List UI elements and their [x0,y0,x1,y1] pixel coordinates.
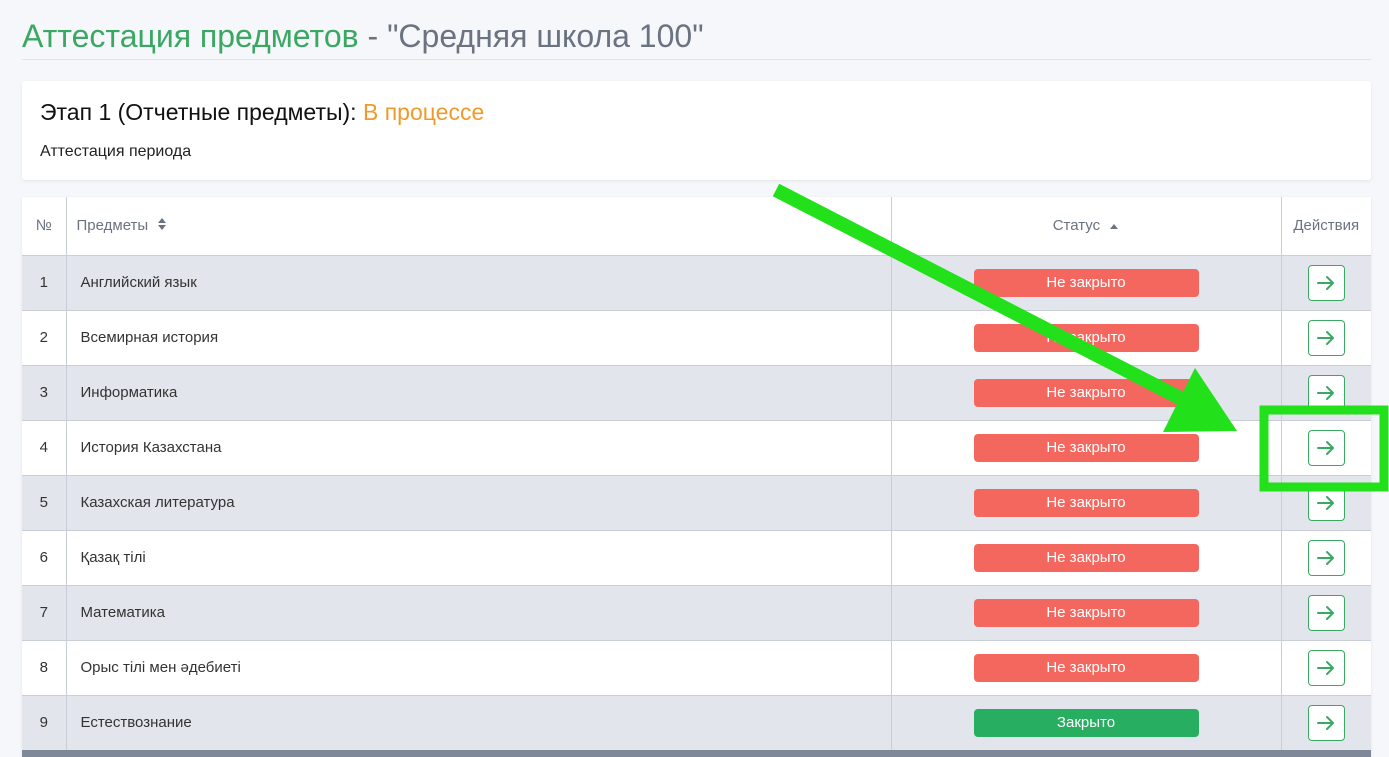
arrow-right-icon [1317,275,1335,290]
status-badge: Не закрыто [973,488,1199,517]
arrow-right-icon [1317,495,1335,510]
open-subject-button[interactable] [1307,264,1345,301]
page-title: Аттестация предметов [22,18,359,54]
stage-label: Этап 1 (Отчетные предметы): [40,99,363,125]
table-header-row: № Предметы Статус Действия [22,197,1371,256]
arrow-right-icon [1317,440,1335,455]
row-number: 7 [22,585,67,640]
subject-name: История Казахстана [66,420,892,475]
status-cell: Не закрыто [891,530,1282,585]
column-header-number: № [22,197,67,256]
table-row: 3 Информатика Не закрыто [22,365,1371,420]
table-row: 6 Қазақ тілі Не закрыто [22,530,1371,585]
subject-name: Английский язык [66,255,892,310]
actions-cell [1281,365,1371,420]
actions-cell [1281,420,1371,475]
table-row: 8 Орыс тілі мен әдебиеті Не закрыто [22,640,1371,695]
page-header: Аттестация предметов - "Средняя школа 10… [22,16,1371,60]
row-number: 3 [22,365,67,420]
actions-cell [1281,255,1371,310]
subject-name: Всемирная история [66,310,892,365]
status-badge: Закрыто [973,708,1199,737]
status-cell: Не закрыто [891,255,1282,310]
open-subject-button[interactable] [1307,484,1345,521]
status-cell: Не закрыто [891,310,1282,365]
open-subject-button[interactable] [1307,649,1345,686]
status-badge: Не закрыто [973,543,1199,572]
arrow-right-icon [1317,715,1335,730]
arrow-right-icon [1317,385,1335,400]
table-row: 7 Математика Не закрыто [22,585,1371,640]
table-row: 9 Естествознание Закрыто [22,695,1371,750]
actions-cell [1281,310,1371,365]
sort-up-icon[interactable] [1109,218,1119,235]
sort-both-icon[interactable] [157,217,167,235]
status-badge: Не закрыто [973,378,1199,407]
row-number: 1 [22,255,67,310]
open-subject-button[interactable] [1307,374,1345,411]
status-badge: Не закрыто [973,653,1199,682]
arrow-right-icon [1317,605,1335,620]
status-cell: Не закрыто [891,640,1282,695]
subject-name: Информатика [66,365,892,420]
table-row: 2 Всемирная история Не закрыто [22,310,1371,365]
table-row: 1 Английский язык Не закрыто [22,255,1371,310]
status-badge: Не закрыто [973,433,1199,462]
arrow-right-icon [1317,330,1335,345]
status-badge: Не закрыто [973,268,1199,297]
row-number: 5 [22,475,67,530]
open-subject-button[interactable] [1307,594,1345,631]
column-header-subjects[interactable]: Предметы [66,197,892,256]
subject-name: Орыс тілі мен әдебиеті [66,640,892,695]
stage-title: Этап 1 (Отчетные предметы): В процессе [40,99,484,126]
stage-subtitle: Аттестация периода [40,143,192,160]
status-cell: Закрыто [891,695,1282,750]
open-subject-button[interactable] [1307,704,1345,741]
actions-cell [1281,695,1371,750]
status-cell: Не закрыто [891,365,1282,420]
subject-name: Казахская литература [66,475,892,530]
subjects-table: № Предметы Статус Действия 1 Английский я… [22,197,1371,757]
status-badge: Не закрыто [973,323,1199,352]
row-number: 8 [22,640,67,695]
column-header-status[interactable]: Статус [891,197,1282,256]
row-number: 6 [22,530,67,585]
open-subject-button[interactable] [1307,429,1345,466]
table-row: 5 Казахская литература Не закрыто [22,475,1371,530]
stage-card: Этап 1 (Отчетные предметы): В процессе А… [22,81,1371,180]
column-header-subjects-label: Предметы [76,216,149,234]
status-cell: Не закрыто [891,420,1282,475]
actions-cell [1281,640,1371,695]
actions-cell [1281,475,1371,530]
row-number: 9 [22,695,67,750]
arrow-right-icon [1317,550,1335,565]
actions-cell [1281,530,1371,585]
status-badge: Не закрыто [973,598,1199,627]
table-row: 4 История Казахстана Не закрыто [22,420,1371,475]
stage-status: В процессе [362,99,485,125]
actions-cell [1281,585,1371,640]
status-cell: Не закрыто [891,475,1282,530]
row-number: 4 [22,420,67,475]
subject-name: Математика [66,585,892,640]
column-header-status-label: Статус [1052,216,1101,234]
subject-name: Естествознание [66,695,892,750]
subject-name: Қазақ тілі [66,530,892,585]
open-subject-button[interactable] [1307,539,1345,576]
status-cell: Не закрыто [891,585,1282,640]
column-header-actions: Действия [1281,197,1371,256]
school-name: - "Средняя школа 100" [358,18,704,54]
arrow-right-icon [1317,660,1335,675]
table-footer-bar [22,750,1371,757]
open-subject-button[interactable] [1307,319,1345,356]
row-number: 2 [22,310,67,365]
